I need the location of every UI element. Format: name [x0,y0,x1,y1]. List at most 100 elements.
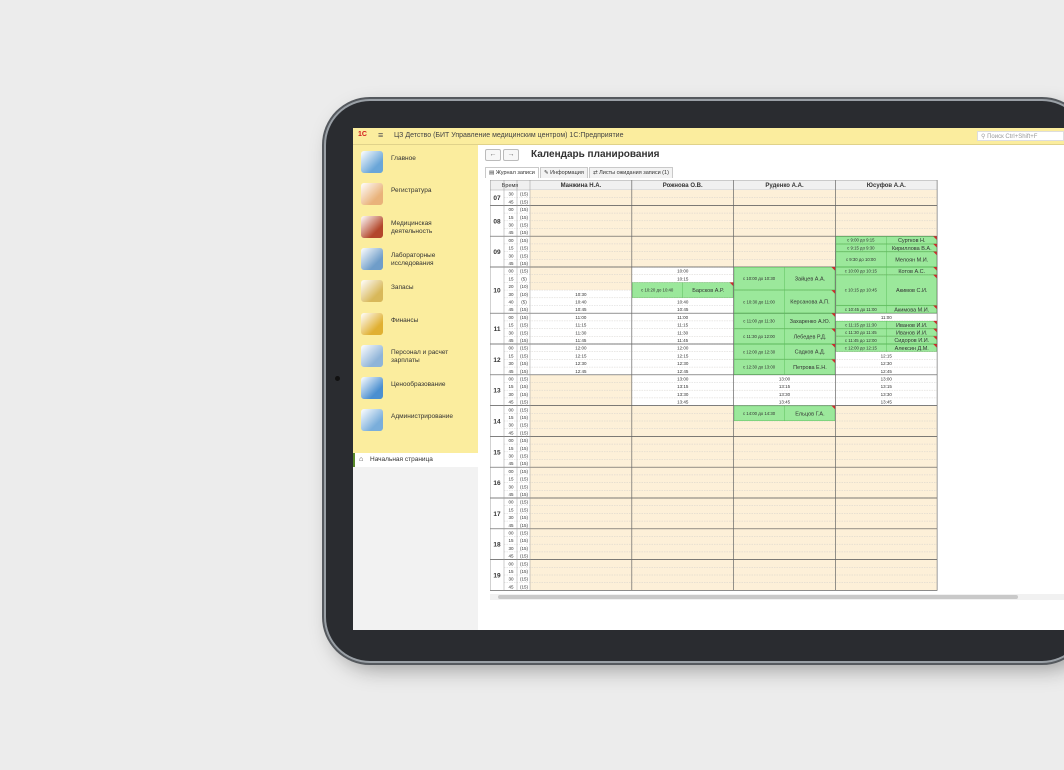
sidebar-item[interactable]: Финансы [353,309,478,339]
sidebar-item[interactable]: Запасы [353,276,478,306]
tab-journal[interactable]: ▤ Журнал записи [485,167,539,178]
appointment-patient: Керсанова А.П. [790,300,830,306]
sidebar-item[interactable]: Лабораторные исследования [353,244,478,274]
sidebar-empty-area [353,467,478,630]
row-minute: 45 [508,230,514,235]
search-input[interactable]: ⚲ Поиск Ctrl+Shift+F [977,131,1064,141]
appointment-time: с 12:00 до 12:15 [845,345,878,350]
hour-label: 14 [493,419,501,426]
sidebar-item[interactable]: Администрирование [353,405,478,435]
row-minute: 30 [508,292,514,297]
free-slot-time: 12:00 [575,346,587,351]
hour-label: 18 [493,542,501,549]
free-slot-time: 13:45 [779,400,791,405]
back-button[interactable]: ← [485,149,501,161]
tab-info[interactable]: ✎ Информация [540,167,588,178]
hour-label: 08 [493,218,501,225]
appointment-patient: Мелоян М.И. [895,257,928,263]
appointment-time: с 10:20 до 10:40 [641,288,674,293]
row-duration: (15) [520,346,529,351]
appointment-patient: Кириллова В.А. [892,246,932,252]
row-minute: 00 [508,561,514,566]
appointment-patient: Барсков А.Р. [692,288,724,294]
appointment-patient: Захаренко А.Ю. [790,319,831,325]
appointment-time: с 12:00 до 12:30 [743,349,776,354]
row-minute: 30 [508,361,514,366]
sidebar-home-label: Начальная страница [370,456,433,463]
price-chart-icon [361,377,383,400]
sidebar-item[interactable]: Регистратура [353,179,478,209]
appointment-time: с 9:30 до 10:00 [846,257,876,262]
row-duration: (15) [520,515,529,520]
row-duration: (15) [520,238,529,243]
row-minute: 15 [508,353,514,358]
menu-icon[interactable]: ≡ [378,131,383,140]
free-slot-time: 12:00 [677,346,689,351]
row-duration: (15) [520,384,529,389]
free-slot-time: 10:15 [677,276,689,281]
appointment-patient: Сидоров И.И. [894,338,929,344]
row-duration: (15) [520,492,529,497]
row-minute: 30 [508,484,514,489]
title-bar: 1С ≡ ЦЗ Детство (БИТ Управление медицинс… [353,128,1064,145]
free-slot-time: 11:15 [575,323,586,328]
row-minute: 30 [508,392,514,397]
row-duration: (5) [521,300,527,305]
row-minute: 45 [508,554,514,559]
row-duration: (15) [520,207,529,212]
free-slot-time: 12:45 [881,369,893,374]
sidebar-home-tab[interactable]: ⌂ Начальная страница [353,453,478,467]
app-logo-icon: 1С [358,131,367,138]
row-duration: (15) [520,392,529,397]
sidebar-item[interactable]: Ценообразование [353,373,478,403]
row-duration: (15) [520,246,529,251]
row-minute: 15 [508,276,514,281]
horizontal-scrollbar[interactable] [490,594,1064,600]
info-icon: ✎ [544,170,549,176]
row-minute: 30 [508,577,514,582]
free-slot-time: 13:30 [677,392,689,397]
row-duration: (15) [520,192,529,197]
row-minute: 45 [508,584,514,589]
tab-info-label: Информация [550,170,584,176]
journal-icon: ▤ [489,170,495,176]
search-placeholder: Поиск Ctrl+Shift+F [987,134,1038,140]
row-minute: 30 [508,192,514,197]
row-duration: (15) [520,484,529,489]
tab-waitlist[interactable]: ⇄ Листы ожидания записи (1) [589,167,673,178]
appointment-time: с 10:00 до 10:30 [743,276,776,281]
row-duration: (15) [520,477,529,482]
appointment-time: с 11:30 до 12:00 [743,334,775,339]
row-minute: 00 [508,207,514,212]
row-duration: (15) [520,569,529,574]
home-dashboard-icon [361,151,383,173]
box-icon [361,280,383,303]
appointment-patient: Суртков Н. [898,238,926,244]
schedule-grid-svg: Время Манжина Н.А. Рожнова О.В. Руденко А.А… [490,180,938,591]
row-minute: 00 [508,438,514,443]
row-minute: 00 [508,407,514,412]
appointment-time: с 9:15 до 9:30 [847,245,875,250]
row-minute: 15 [508,415,514,420]
free-slot-time: 13:30 [779,392,791,397]
sidebar-item[interactable]: Главное [353,147,478,177]
sidebar-item[interactable]: Персонал и расчет зарплаты [353,341,478,371]
forward-button[interactable]: → [503,149,519,161]
row-minute: 15 [508,446,514,451]
page-title: Календарь планирования [531,149,660,160]
free-slot-time: 13:00 [677,377,689,382]
free-slot-time: 13:45 [677,400,689,405]
row-duration: (15) [520,546,529,551]
sidebar-item[interactable]: Медицинская деятельность [353,212,478,242]
scrollbar-thumb[interactable] [498,595,1018,599]
row-minute: 15 [508,477,514,482]
free-slot-time: 11:30 [677,330,688,335]
row-minute: 20 [508,284,514,289]
doctor-column-header: Руденко А.А. [765,183,804,189]
appointment-time: с 11:15 до 11:30 [845,322,877,327]
row-duration: (15) [520,507,529,512]
row-duration: (15) [520,230,529,235]
row-duration: (15) [520,400,529,405]
hour-label: 12 [493,357,501,364]
appointment-patient: Лебедев Р.Д. [794,334,827,340]
